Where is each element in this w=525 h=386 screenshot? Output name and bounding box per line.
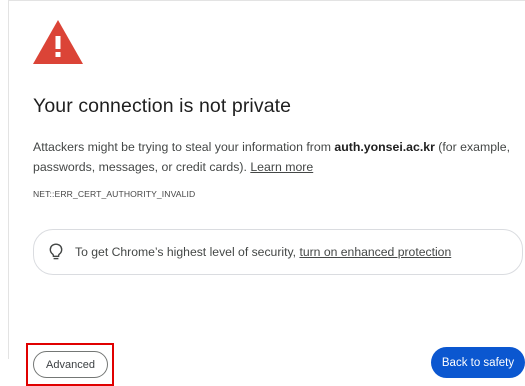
- promo-text: To get Chrome’s highest level of securit…: [75, 245, 300, 259]
- back-to-safety-button[interactable]: Back to safety: [431, 347, 525, 378]
- lightbulb-icon: [49, 243, 63, 260]
- error-code: NET::ERR_CERT_AUTHORITY_INVALID: [33, 189, 196, 199]
- warning-triangle-icon: [33, 20, 83, 64]
- warning-description: Attackers might be trying to steal your …: [33, 137, 523, 177]
- enhanced-protection-link[interactable]: turn on enhanced protection: [299, 245, 451, 259]
- enhanced-protection-banner: To get Chrome’s highest level of securit…: [33, 229, 523, 275]
- interstitial-page: [8, 0, 525, 359]
- promo-text-wrapper: To get Chrome’s highest level of securit…: [75, 245, 451, 259]
- domain-name: auth.yonsei.ac.kr: [334, 140, 435, 154]
- description-text: Attackers might be trying to steal your …: [33, 140, 335, 154]
- advanced-button[interactable]: Advanced: [33, 351, 108, 378]
- page-title: Your connection is not private: [33, 95, 292, 117]
- learn-more-link[interactable]: Learn more: [250, 160, 313, 174]
